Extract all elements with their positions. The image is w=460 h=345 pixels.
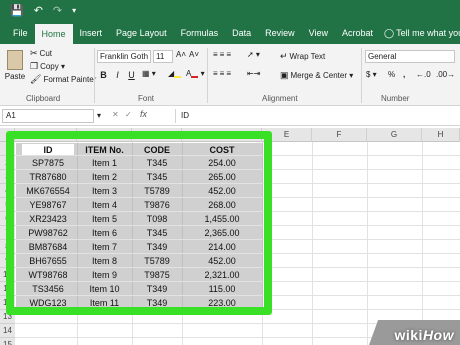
tab-review[interactable]: Review: [258, 22, 302, 44]
orientation-icon[interactable]: ➚ ▾: [247, 50, 260, 59]
ribbon-tabs: File Home Insert Page Layout Formulas Da…: [0, 22, 460, 44]
alignment-group-label: Alignment: [262, 94, 298, 103]
copy-button[interactable]: ❐ Copy ▾: [30, 61, 65, 72]
indent-icon[interactable]: ⇤⇥: [247, 69, 260, 78]
paste-button[interactable]: Paste: [3, 48, 27, 88]
bold-button[interactable]: B: [98, 69, 109, 81]
namebox-dropdown-icon[interactable]: ▾: [97, 111, 101, 120]
decimal-decrease-icon[interactable]: .00→: [436, 70, 455, 79]
undo-icon[interactable]: ↶: [34, 0, 43, 22]
gridline: [422, 142, 423, 345]
font-name-select[interactable]: Franklin Goth: [97, 50, 151, 63]
merge-center-button[interactable]: ▣ Merge & Center ▾: [280, 70, 353, 81]
separator: [361, 48, 362, 103]
clipboard-group-label: Clipboard: [26, 94, 61, 103]
wrap-text-button[interactable]: ↵ Wrap Text: [280, 51, 325, 62]
separator: [207, 48, 208, 103]
wrap-text-icon: ↵: [280, 51, 288, 61]
italic-button[interactable]: I: [112, 69, 123, 81]
number-group-label: Number: [381, 94, 410, 103]
fill-color-icon[interactable]: ◢: [168, 69, 182, 78]
tab-page-layout[interactable]: Page Layout: [109, 22, 174, 44]
comma-button[interactable]: ,: [403, 70, 405, 79]
wikihow-watermark: wikiHow: [394, 327, 454, 343]
row-header[interactable]: 14: [0, 324, 15, 338]
formula-input[interactable]: ID: [175, 109, 455, 123]
currency-button[interactable]: $ ▾: [366, 70, 377, 79]
cancel-entry-icon[interactable]: ✕: [112, 110, 119, 119]
decimal-increase-icon[interactable]: ←.0: [416, 70, 431, 79]
formula-bar: A1 ▾ ✕ ✓ fx ID: [0, 106, 460, 126]
cut-button[interactable]: ✂ Cut: [30, 48, 52, 59]
font-group-label: Font: [138, 94, 155, 103]
tell-me-input[interactable]: Tell me what you: [396, 22, 460, 44]
borders-icon[interactable]: ▦ ▾: [142, 69, 156, 78]
paintbrush-icon: 🖌: [30, 74, 42, 84]
separator: [94, 48, 95, 103]
redo-icon[interactable]: ↷: [53, 0, 62, 22]
insert-function-button[interactable]: fx: [140, 109, 147, 119]
tab-formulas[interactable]: Formulas: [174, 22, 226, 44]
font-grow-icon[interactable]: A˄: [176, 50, 186, 59]
align-top-icon[interactable]: ≡≡≡: [213, 50, 233, 59]
spreadsheet-grid[interactable]: A B C D E F G H 1 2 3 4 5 6 7 8 9 10 11 12 13 14 15 ID I…: [0, 128, 460, 345]
tab-home[interactable]: Home: [34, 24, 73, 44]
confirm-entry-icon[interactable]: ✓: [125, 110, 132, 119]
tab-view[interactable]: View: [302, 22, 335, 44]
save-icon[interactable]: 💾: [10, 0, 24, 22]
lightbulb-icon: ◯: [384, 28, 395, 38]
tab-acrobat[interactable]: Acrobat: [335, 22, 380, 44]
align-left-icon[interactable]: ≡≡≡: [213, 69, 233, 78]
tab-insert[interactable]: Insert: [73, 22, 110, 44]
customize-icon[interactable]: ▾: [72, 0, 76, 22]
table-highlight-outline: [6, 131, 272, 315]
column-header[interactable]: H: [422, 128, 460, 142]
copy-icon: ❐: [30, 61, 39, 71]
number-format-select[interactable]: General: [365, 50, 455, 63]
gridline: [367, 142, 368, 345]
name-box[interactable]: A1: [2, 109, 94, 123]
font-size-select[interactable]: 11: [153, 50, 173, 63]
underline-button[interactable]: U: [126, 69, 137, 81]
format-painter-button[interactable]: 🖌 Format Painter: [30, 74, 96, 85]
column-header[interactable]: G: [367, 128, 422, 142]
title-bar: 💾 ↶ ↷ ▾: [0, 0, 460, 22]
scissors-icon: ✂: [30, 48, 38, 58]
column-header[interactable]: F: [312, 128, 367, 142]
merge-icon: ▣: [280, 70, 289, 80]
tab-file[interactable]: File: [6, 22, 35, 44]
gridline: [312, 142, 313, 345]
font-shrink-icon[interactable]: A˅: [189, 50, 199, 59]
percent-button[interactable]: %: [388, 70, 395, 79]
ribbon: Paste ✂ Cut ❐ Copy ▾ 🖌 Format Painter Clipb…: [0, 44, 460, 106]
tab-data[interactable]: Data: [225, 22, 258, 44]
font-color-icon[interactable]: A ▾: [186, 69, 205, 78]
paste-icon: [7, 50, 23, 70]
row-header[interactable]: 15: [0, 338, 15, 345]
